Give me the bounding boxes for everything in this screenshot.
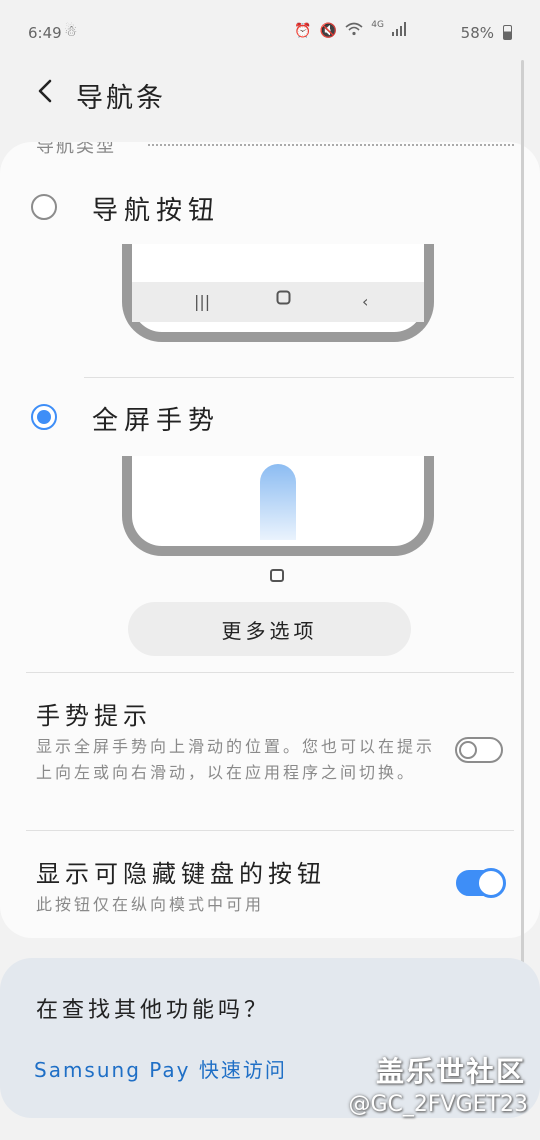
home-icon	[276, 290, 291, 309]
mute-icon: 🔇	[319, 23, 338, 39]
back-arrow-icon[interactable]	[32, 78, 58, 104]
watermark-community: 盖乐世社区	[375, 1055, 526, 1088]
alarm-icon: ⏰	[294, 23, 312, 39]
setting-divider	[26, 830, 514, 831]
keyboard-button-description: 此按钮仅在纵向模式中可用	[36, 895, 265, 914]
keyboard-button-title[interactable]: 显示可隐藏键盘的按钮	[36, 854, 326, 889]
notification-icon: ☃	[64, 22, 78, 40]
back-icon: ‹	[362, 292, 369, 311]
swipe-hint-icon	[260, 464, 296, 540]
gesture-hints-toggle[interactable]	[455, 737, 503, 763]
radio-fullscreen-gestures[interactable]	[31, 404, 57, 430]
section-header: 导航类型	[36, 142, 116, 157]
gesture-hints-description: 显示全屏手势向上滑动的位置。您也可以在提示上向左或向右滑动，以在应用程序之间切换…	[36, 737, 436, 782]
option-label-fullscreen-gestures[interactable]: 全屏手势	[92, 400, 220, 437]
gesture-hints-title[interactable]: 手势提示	[36, 696, 152, 731]
recents-icon: |||	[194, 292, 211, 311]
status-icons: ⏰ 🔇 4G	[294, 20, 406, 40]
page-title: 导航条	[76, 83, 166, 114]
suggestion-title: 在查找其他功能吗？	[36, 998, 271, 1023]
status-time: 6:49	[28, 24, 62, 42]
radio-nav-buttons[interactable]	[31, 194, 57, 220]
gesture-preview[interactable]	[122, 456, 434, 556]
network-type: 4G	[371, 20, 384, 30]
option-divider	[84, 377, 514, 378]
more-options-button[interactable]: 更多选项	[128, 602, 411, 656]
option-label-nav-buttons[interactable]: 导航按钮	[92, 190, 220, 227]
nav-buttons-preview[interactable]: ||| ‹	[122, 244, 434, 342]
keyboard-button-toggle[interactable]	[456, 868, 506, 898]
wifi-icon	[345, 22, 363, 40]
battery-percent: 58%	[460, 24, 494, 42]
watermark-user: @GC_2FVGET23	[348, 1092, 529, 1117]
signal-icon	[392, 22, 406, 40]
status-bar: 6:49 ☃ ⏰ 🔇 4G 58%	[0, 0, 540, 66]
nav-bar-preview: ||| ‹	[132, 282, 424, 322]
scrollbar[interactable]	[521, 60, 524, 1040]
app-bar: 导航条	[0, 66, 540, 126]
nav-settings-card: 导航类型 导航按钮 ||| ‹ 全屏手势 更多选项 手势提示 显示全屏手势向上滑…	[0, 142, 540, 938]
samsung-pay-link[interactable]: Samsung Pay 快速访问	[34, 1054, 287, 1083]
battery-icon	[503, 25, 512, 40]
section-divider	[148, 144, 514, 146]
section-divider-2	[26, 672, 514, 673]
gesture-home-indicator-icon	[270, 569, 284, 582]
